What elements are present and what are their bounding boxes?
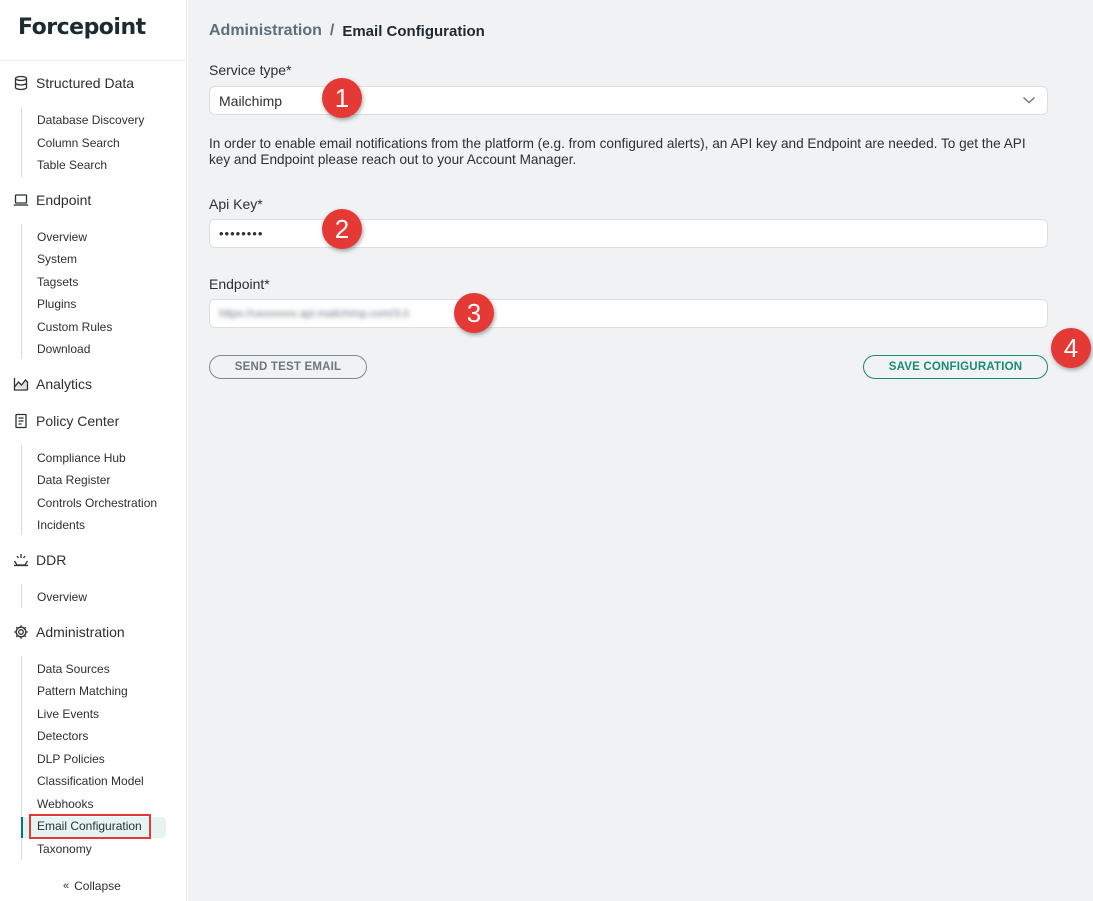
sidebar-item-database-discovery[interactable]: Database Discovery: [37, 113, 144, 127]
endpoint-input[interactable]: https://usxxxxxx.api.mailchimp.com/3.0: [209, 299, 1048, 328]
gear-icon: [13, 624, 29, 640]
sidebar-item-download[interactable]: Download: [37, 342, 90, 356]
sidebar-item-system[interactable]: System: [37, 252, 77, 266]
sidebar-item-taxonomy[interactable]: Taxonomy: [37, 842, 92, 856]
endpoint-value: https://usxxxxxx.api.mailchimp.com/3.0: [219, 307, 410, 320]
sidebar-item-data-register[interactable]: Data Register: [37, 473, 110, 487]
annotation-badge-1: 1: [322, 78, 362, 118]
api-key-value: ••••••••: [219, 226, 264, 241]
collapse-button[interactable]: « Collapse: [63, 879, 121, 893]
service-type-label: Service type*: [209, 62, 292, 78]
sidebar-section-label: Endpoint: [36, 192, 92, 208]
breadcrumb-administration[interactable]: Administration: [209, 22, 322, 40]
document-icon: [13, 413, 29, 429]
sidebar-item-detectors[interactable]: Detectors: [37, 729, 88, 743]
sidebar-item-live-events[interactable]: Live Events: [37, 707, 99, 721]
sidebar-item-webhooks[interactable]: Webhooks: [37, 797, 93, 811]
sidebar-section-label: Administration: [36, 624, 125, 640]
sidebar-item-pattern-matching[interactable]: Pattern Matching: [37, 684, 128, 698]
database-icon: [13, 75, 29, 91]
tree-line: [21, 107, 22, 177]
sidebar-section-label: Policy Center: [36, 413, 120, 429]
chevron-down-icon: [1023, 96, 1035, 104]
sidebar-section-ddr[interactable]: DDR: [13, 552, 66, 568]
annotation-badge-2: 2: [322, 209, 362, 249]
help-text: In order to enable email notifications f…: [209, 136, 1026, 167]
sidebar-item-incidents[interactable]: Incidents: [37, 518, 85, 532]
sidebar-item-tagsets[interactable]: Tagsets: [37, 275, 78, 289]
ddr-icon: [13, 552, 29, 568]
forcepoint-logo[interactable]: Forcepoint: [18, 15, 146, 40]
laptop-icon: [13, 192, 29, 208]
sidebar: Forcepoint Structured Data Database Disc…: [0, 0, 187, 901]
sidebar-item-classification-model[interactable]: Classification Model: [37, 774, 144, 788]
endpoint-label: Endpoint*: [209, 276, 270, 292]
api-key-label: Api Key*: [209, 196, 263, 212]
sidebar-section-analytics[interactable]: Analytics: [13, 376, 92, 392]
sidebar-section-endpoint[interactable]: Endpoint: [13, 192, 91, 208]
breadcrumb-separator: /: [329, 22, 335, 39]
tree-line: [21, 224, 22, 359]
sidebar-section-label: Structured Data: [36, 75, 135, 91]
annotation-badge-4: 4: [1051, 328, 1091, 368]
breadcrumb-current: Email Configuration: [342, 22, 485, 40]
sidebar-item-plugins[interactable]: Plugins: [37, 297, 76, 311]
sidebar-section-label: DDR: [36, 552, 67, 568]
sidebar-section-administration[interactable]: Administration: [13, 624, 125, 640]
highlight-box: [29, 814, 151, 839]
save-configuration-button[interactable]: SAVE CONFIGURATION: [863, 355, 1048, 379]
analytics-icon: [13, 376, 29, 392]
sidebar-section-policy-center[interactable]: Policy Center: [13, 413, 119, 429]
sidebar-section-label: Analytics: [36, 376, 93, 392]
sidebar-item-controls-orchestration[interactable]: Controls Orchestration: [37, 496, 157, 510]
sidebar-item-overview[interactable]: Overview: [37, 230, 87, 244]
send-test-email-button[interactable]: SEND TEST EMAIL: [209, 355, 367, 379]
tree-line: [21, 584, 22, 608]
breadcrumb: Administration / Email Configuration: [209, 22, 485, 40]
sidebar-item-column-search[interactable]: Column Search: [37, 136, 120, 150]
sidebar-item-custom-rules[interactable]: Custom Rules: [37, 320, 112, 334]
sidebar-item-ddr-overview[interactable]: Overview: [37, 590, 87, 604]
double-chevron-left-icon: «: [63, 880, 70, 892]
collapse-label: Collapse: [74, 879, 121, 893]
sidebar-item-dlp-policies[interactable]: DLP Policies: [37, 752, 105, 766]
logo-divider: [0, 60, 187, 61]
main-content: Administration / Email Configuration Ser…: [188, 0, 1093, 901]
sidebar-item-table-search[interactable]: Table Search: [37, 158, 107, 172]
tree-line: [21, 445, 22, 535]
sidebar-item-data-sources[interactable]: Data Sources: [37, 662, 110, 676]
sidebar-item-compliance-hub[interactable]: Compliance Hub: [37, 451, 126, 465]
annotation-badge-3: 3: [454, 293, 494, 333]
service-type-value: Mailchimp: [219, 92, 283, 109]
active-item-indicator: [21, 817, 23, 838]
sidebar-section-structured-data[interactable]: Structured Data: [13, 75, 134, 91]
